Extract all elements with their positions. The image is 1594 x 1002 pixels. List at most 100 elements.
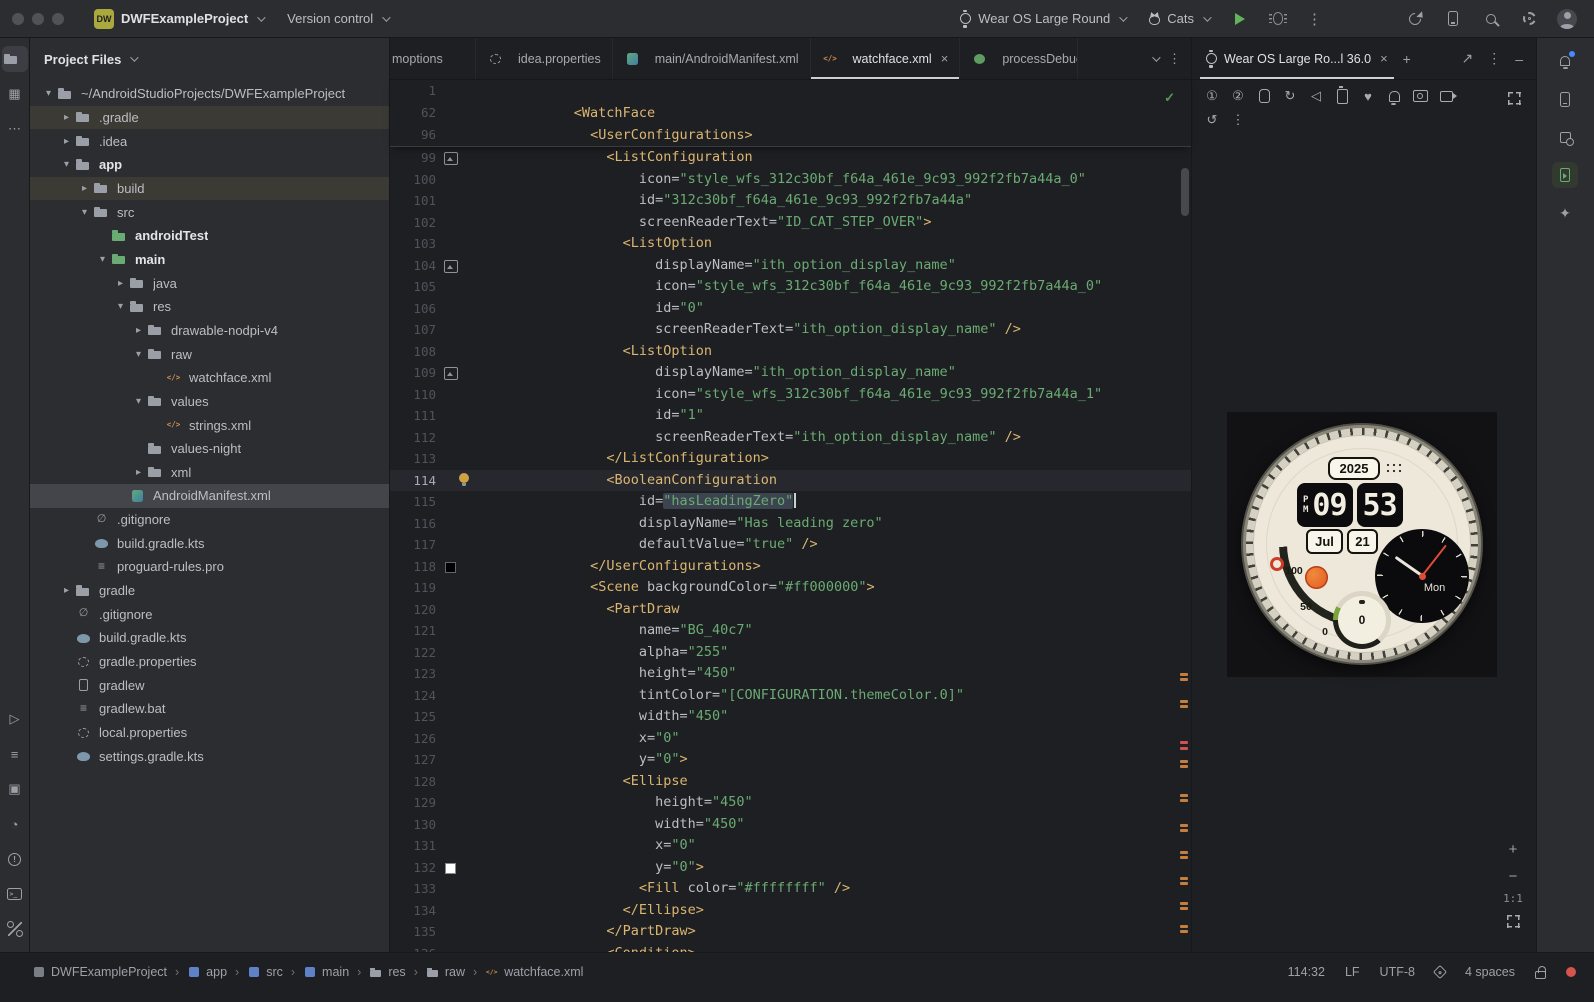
sticky-code-line[interactable]: 1 <WatchFace <box>390 80 1191 121</box>
tree-item[interactable]: watchface.xml <box>30 366 389 390</box>
gutter-icon[interactable] <box>442 857 460 879</box>
breadcrumb-item[interactable]: watchface.xml <box>485 965 583 979</box>
gutter-icon[interactable] <box>442 190 460 212</box>
gutter-icon[interactable] <box>442 620 460 642</box>
gemini-tool-button[interactable]: ✦ <box>1552 200 1578 226</box>
tree-chevron-icon[interactable] <box>130 325 147 336</box>
gutter-icon[interactable] <box>442 792 460 814</box>
gutter-icon[interactable] <box>442 943 460 953</box>
tree-item[interactable]: strings.xml <box>30 413 389 437</box>
gutter-icon[interactable] <box>442 728 460 750</box>
breadcrumb-item[interactable]: app <box>187 965 247 979</box>
code-line[interactable]: 113 <BooleanConfiguration <box>390 448 1191 488</box>
gutter-icon[interactable] <box>442 749 460 771</box>
code-line[interactable]: 126 y="0"> <box>390 728 1191 768</box>
layout-inspector-tool-button[interactable] <box>1552 124 1578 150</box>
gutter-icon[interactable] <box>442 513 460 535</box>
tree-chevron-icon[interactable] <box>58 136 75 147</box>
code-line[interactable]: 106 screenReaderText="ith_option_display… <box>390 298 1191 338</box>
code-line[interactable]: 110 id="1" <box>390 384 1191 424</box>
wear-button-1-icon[interactable]: ① <box>1200 84 1224 108</box>
gutter-icon[interactable] <box>442 448 460 470</box>
tree-item[interactable]: values <box>30 390 389 414</box>
code-line[interactable]: 115 displayName="Has leading zero" <box>390 491 1191 531</box>
indent-config[interactable]: 4 spaces <box>1465 965 1515 979</box>
code-line[interactable]: 128 height="450" <box>390 771 1191 811</box>
tree-chevron-icon[interactable] <box>40 88 57 99</box>
notifications-icon[interactable] <box>1382 84 1406 108</box>
logcat-tool-button[interactable]: ≡ <box>2 741 28 767</box>
battery-icon[interactable] <box>1330 84 1354 108</box>
tree-item[interactable]: build <box>30 176 389 201</box>
tree-chevron-icon[interactable] <box>58 159 75 170</box>
code-line[interactable]: 105 id="0" <box>390 276 1191 316</box>
stripe-mark[interactable] <box>1180 673 1188 676</box>
gutter-icon[interactable] <box>442 147 460 169</box>
tree-item[interactable]: raw <box>30 342 389 366</box>
sticky-code-line[interactable]: 62 <UserConfigurations> <box>390 102 1191 143</box>
code-line[interactable]: 114 id="hasLeadingZero" <box>390 469 1191 509</box>
tree-item[interactable]: res <box>30 295 389 319</box>
code-line[interactable]: 108 displayName="ith_option_display_name… <box>390 341 1191 381</box>
fullscreen-icon[interactable] <box>1502 86 1526 110</box>
code-line[interactable]: 123 tintColor="[CONFIGURATION.themeColor… <box>390 663 1191 703</box>
tree-chevron-icon[interactable] <box>130 467 147 478</box>
gutter-icon[interactable] <box>442 341 460 363</box>
code-line[interactable]: 101 screenReaderText="ID_CAT_STEP_OVER"> <box>390 190 1191 230</box>
tree-item[interactable]: build.gradle.kts <box>30 531 389 555</box>
gutter-icon[interactable] <box>442 384 460 406</box>
more-tool-windows-button[interactable]: ⋯ <box>2 116 28 142</box>
code-line[interactable]: 136 <Expressions> <box>390 943 1191 953</box>
breadcrumb-item[interactable]: raw <box>426 965 485 979</box>
stripe-mark[interactable] <box>1180 902 1188 905</box>
stripe-mark[interactable] <box>1180 799 1188 802</box>
stripe-mark[interactable] <box>1180 741 1188 744</box>
tree-item[interactable]: proguard-rules.pro <box>30 555 389 579</box>
highlighting-level-icon[interactable] <box>1432 964 1448 980</box>
stripe-mark[interactable] <box>1180 678 1188 681</box>
breadcrumb-item[interactable]: res <box>369 965 426 979</box>
more-actions-button[interactable]: ⋮ <box>1301 8 1328 30</box>
error-indicator[interactable] <box>1566 967 1576 977</box>
terminal-tool-button[interactable] <box>2 881 28 907</box>
gutter-icon[interactable] <box>442 169 460 191</box>
gutter-icon[interactable] <box>442 814 460 836</box>
debug-button[interactable] <box>1263 5 1293 33</box>
gutter-icon[interactable] <box>442 298 460 320</box>
code-line[interactable]: 132 <Fill color="#ffffffff" /> <box>390 857 1191 897</box>
tree-item[interactable]: gradlew.bat <box>30 697 389 721</box>
device-panel-options-button[interactable]: ⋮ <box>1482 48 1506 69</box>
code-line[interactable]: 103 displayName="ith_option_display_name… <box>390 233 1191 273</box>
stripe-mark[interactable] <box>1180 705 1188 708</box>
gutter-icon[interactable] <box>442 255 460 277</box>
palm-icon[interactable] <box>1252 84 1276 108</box>
tree-item[interactable]: AndroidManifest.xml <box>30 484 389 508</box>
tree-item[interactable]: app <box>30 153 389 177</box>
code-line[interactable]: 125 x="0" <box>390 706 1191 746</box>
code-line[interactable]: 124 width="450" <box>390 685 1191 725</box>
gutter-icon[interactable] <box>442 878 460 900</box>
code-line[interactable]: 116 defaultValue="true" /> <box>390 513 1191 553</box>
build-tool-button[interactable]: ▣ <box>2 776 28 802</box>
search-everywhere-button[interactable] <box>1476 5 1506 33</box>
tree-item[interactable]: ~/AndroidStudioProjects/DWFExampleProjec… <box>30 82 389 106</box>
code-line[interactable]: 112 </ListConfiguration> <box>390 427 1191 467</box>
run-tool-button[interactable]: ▷ <box>2 706 28 732</box>
code-line[interactable]: 121 alpha="255" <box>390 620 1191 660</box>
notifications-button[interactable] <box>1552 48 1578 74</box>
add-device-tab-button[interactable]: + <box>1398 49 1416 69</box>
code-line[interactable]: 111 screenReaderText="ith_option_display… <box>390 405 1191 445</box>
stripe-mark[interactable] <box>1180 882 1188 885</box>
stripe-mark[interactable] <box>1180 765 1188 768</box>
device-tab[interactable]: Wear OS Large Ro...l 36.0 × <box>1200 38 1394 79</box>
project-files-header[interactable]: Project Files <box>30 38 389 80</box>
project-switcher[interactable]: DW DWFExampleProject <box>86 5 271 33</box>
zoom-fit-button[interactable] <box>1502 910 1524 932</box>
tree-chevron-icon[interactable] <box>58 112 75 123</box>
tree-chevron-icon[interactable] <box>112 278 129 289</box>
tree-chevron-icon[interactable] <box>76 183 93 194</box>
inspections-ok-icon[interactable]: ✓ <box>1164 90 1175 106</box>
tree-item[interactable]: values-night <box>30 437 389 461</box>
code-line[interactable]: 122 height="450" <box>390 642 1191 682</box>
code-line[interactable]: 131 y="0"> <box>390 835 1191 875</box>
